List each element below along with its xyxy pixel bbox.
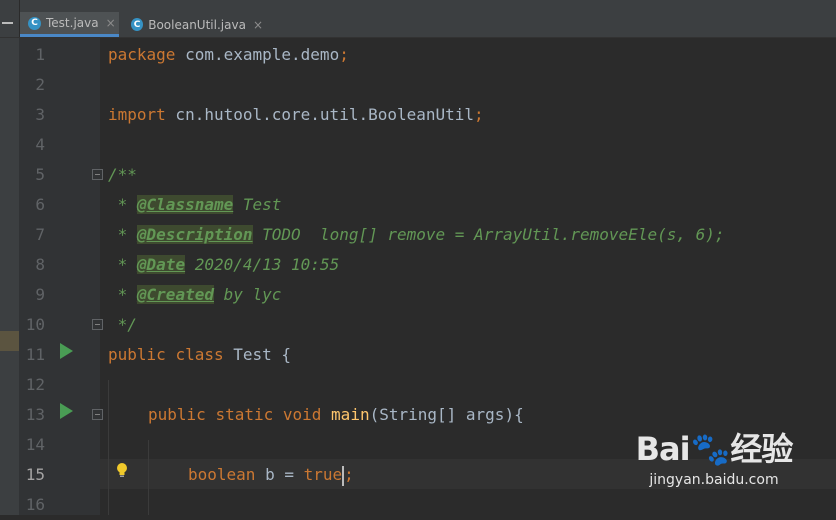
line-number: 16 (25, 495, 45, 514)
lightbulb-icon[interactable] (114, 461, 130, 479)
editor-tab-bar: C Test.java × C BooleanUtil.java × (0, 0, 836, 38)
code-line-8[interactable]: * @Date 2020/4/13 10:55 (108, 250, 339, 280)
paw-icon: 🐾 (690, 430, 731, 468)
line-number: 12 (25, 375, 45, 394)
line-number: 5 (35, 165, 45, 184)
left-tool-strip (0, 38, 19, 515)
line-number: 3 (35, 105, 45, 124)
line-number: 13 (25, 405, 45, 424)
run-main-icon[interactable] (60, 403, 73, 419)
code-line-9[interactable]: * @Created by lyc (108, 280, 281, 310)
line-number: 1 (35, 45, 45, 64)
watermark-url: jingyan.baidu.com (649, 472, 779, 488)
minimize-icon (2, 22, 13, 24)
code-line-6[interactable]: * @Classname Test (108, 190, 281, 220)
bookmark-marker (0, 331, 19, 351)
line-number-current: 15 (25, 465, 45, 484)
indent-guide (148, 440, 149, 515)
tab-label: BooleanUtil.java (148, 17, 246, 32)
code-line-10[interactable]: */ (108, 310, 137, 340)
tab-test-java[interactable]: C Test.java × (20, 12, 119, 37)
indent-guide (108, 380, 109, 515)
close-icon[interactable]: × (253, 18, 263, 32)
code-line-15[interactable]: boolean b = true; (188, 460, 354, 490)
fold-icon[interactable] (92, 319, 103, 330)
line-number: 9 (35, 285, 45, 304)
run-class-icon[interactable] (60, 343, 73, 359)
tab-booleanutil-java[interactable]: C BooleanUtil.java × (123, 12, 263, 37)
watermark-logo-cn: 经验 (730, 430, 793, 468)
line-number: 11 (25, 345, 45, 364)
line-number: 2 (35, 75, 45, 94)
code-line-1[interactable]: package com.example.demo; (108, 40, 349, 70)
line-number: 6 (35, 195, 45, 214)
line-number: 4 (35, 135, 45, 154)
code-line-11[interactable]: public class Test { (108, 340, 291, 370)
code-line-5[interactable]: /** (108, 160, 137, 190)
line-number: 7 (35, 225, 45, 244)
tool-window-toggle[interactable] (0, 0, 20, 37)
watermark-logo-text: Bai (635, 430, 691, 468)
fold-icon[interactable] (92, 169, 103, 180)
line-number: 8 (35, 255, 45, 274)
baidu-jingyan-watermark: Bai🐾经验 jingyan.baidu.com (634, 424, 794, 488)
tab-label: Test.java (46, 16, 99, 30)
line-number: 14 (25, 435, 45, 454)
code-line-7[interactable]: * @Description TODO long[] remove = Arra… (108, 220, 725, 250)
java-class-icon: C (28, 16, 41, 30)
code-line-3[interactable]: import cn.hutool.core.util.BooleanUtil; (108, 100, 484, 130)
code-line-13[interactable]: public static void main(String[] args){ (148, 400, 524, 430)
close-icon[interactable]: × (106, 16, 116, 30)
fold-icon[interactable] (92, 409, 103, 420)
line-number: 10 (25, 315, 45, 334)
java-class-icon: C (131, 18, 144, 31)
